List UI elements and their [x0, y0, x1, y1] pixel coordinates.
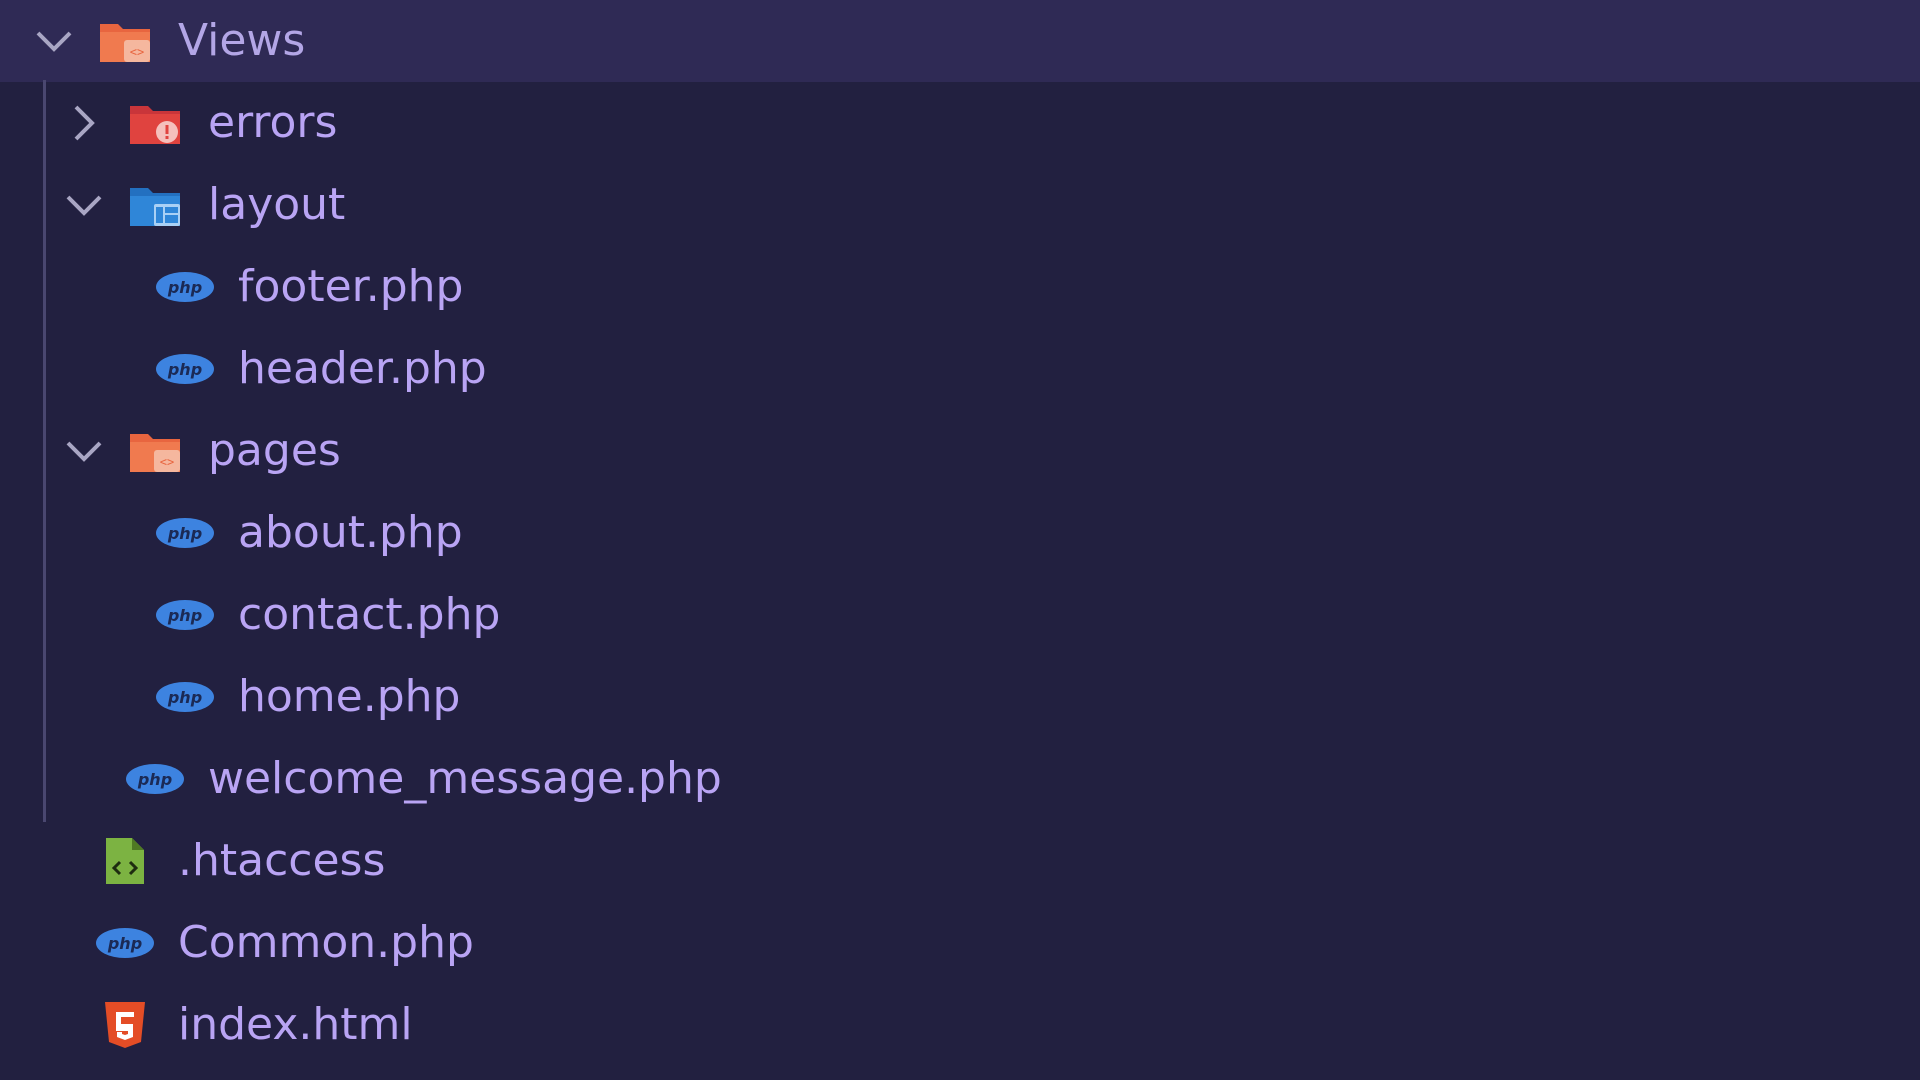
- tree-item-home-php[interactable]: php home.php: [0, 656, 1920, 738]
- errors-folder-icon: [128, 98, 184, 148]
- tree-item-label: index.html: [178, 999, 413, 1050]
- php-icon: php: [95, 918, 154, 968]
- tree-item-errors[interactable]: errors: [0, 82, 1920, 164]
- svg-text:<>: <>: [130, 45, 144, 59]
- tree-item-header-php[interactable]: php header.php: [0, 328, 1920, 410]
- tree-item-footer-php[interactable]: php footer.php: [0, 246, 1920, 328]
- tree-item-index-html[interactable]: index.html: [0, 984, 1920, 1066]
- php-icon: php: [155, 672, 214, 722]
- tree-item-label: pages: [208, 425, 341, 476]
- svg-text:php: php: [167, 606, 202, 625]
- svg-text:php: php: [167, 360, 202, 379]
- svg-text:<>: <>: [160, 455, 174, 469]
- views-folder-icon: <>: [98, 16, 154, 66]
- php-icon: php: [155, 590, 214, 640]
- svg-text:php: php: [137, 770, 172, 789]
- tree-item-label: footer.php: [238, 261, 464, 312]
- svg-text:php: php: [167, 524, 202, 543]
- svg-text:php: php: [167, 688, 202, 707]
- svg-text:php: php: [107, 934, 142, 953]
- tree-item-htaccess[interactable]: .htaccess: [0, 820, 1920, 902]
- tree-item-label: Views: [178, 15, 306, 66]
- tree-item-pages[interactable]: <> pages: [0, 410, 1920, 492]
- tree-item-label: errors: [208, 97, 338, 148]
- file-explorer-tree: <> Views errors layout php footer.php ph…: [0, 0, 1920, 1080]
- tree-item-label: layout: [208, 179, 346, 230]
- php-icon: php: [155, 344, 214, 394]
- tree-item-label: header.php: [238, 343, 487, 394]
- html5-icon: [100, 1000, 156, 1050]
- pages-folder-icon: <>: [128, 426, 184, 476]
- tree-item-label: Common.php: [178, 917, 474, 968]
- tree-item-common-php[interactable]: php Common.php: [0, 902, 1920, 984]
- tree-item-label: welcome_message.php: [208, 753, 722, 804]
- tree-item-label: about.php: [238, 507, 463, 558]
- tree-item-layout[interactable]: layout: [0, 164, 1920, 246]
- php-icon: php: [125, 754, 184, 804]
- tree-item-views[interactable]: <> Views: [0, 0, 1920, 82]
- tree-item-label: .htaccess: [178, 835, 386, 886]
- php-icon: php: [155, 262, 214, 312]
- chevron-down-icon[interactable]: [62, 429, 106, 473]
- htaccess-icon: [100, 836, 156, 886]
- chevron-down-icon[interactable]: [32, 19, 76, 63]
- tree-item-about-php[interactable]: php about.php: [0, 492, 1920, 574]
- chevron-down-icon[interactable]: [62, 183, 106, 227]
- tree-item-welcome-message-php[interactable]: php welcome_message.php: [0, 738, 1920, 820]
- tree-item-contact-php[interactable]: php contact.php: [0, 574, 1920, 656]
- svg-text:php: php: [167, 278, 202, 297]
- chevron-right-icon[interactable]: [62, 101, 106, 145]
- php-icon: php: [155, 508, 214, 558]
- tree-item-label: home.php: [238, 671, 461, 722]
- tree-item-label: contact.php: [238, 589, 501, 640]
- layout-folder-icon: [128, 180, 184, 230]
